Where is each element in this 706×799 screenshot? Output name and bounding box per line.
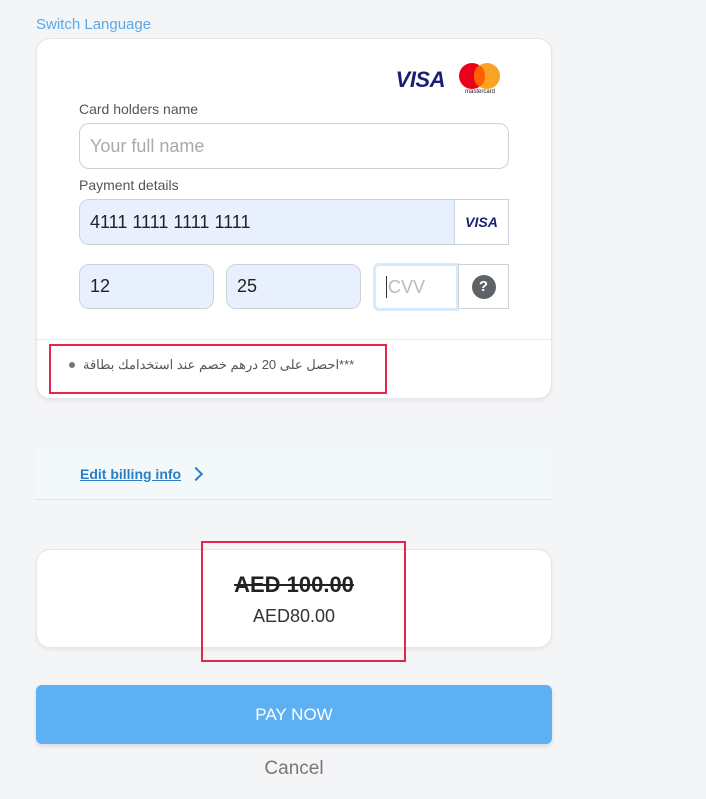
expiry-year-input[interactable]: 25 <box>226 264 361 309</box>
card-type-badge: VISA <box>454 199 509 245</box>
payment-card: VISA mastercard Card holders name Your f… <box>36 38 552 399</box>
cancel-link[interactable]: Cancel <box>36 758 552 780</box>
cvv-placeholder: CVV <box>388 276 426 297</box>
promo-text: ***احصل على 20 درهم خصم عند استخدامك بطا… <box>83 357 355 372</box>
payment-details-label: Payment details <box>79 177 179 193</box>
cardholder-name-input[interactable]: Your full name <box>79 123 509 169</box>
expiry-month-input[interactable]: 12 <box>79 264 214 309</box>
edit-billing-info-link[interactable]: Edit billing info <box>80 466 181 482</box>
visa-logo: VISA <box>395 67 446 92</box>
promo-highlight: ***احصل على 20 درهم خصم عند استخدامك بطا… <box>49 344 387 394</box>
bullet-icon <box>69 362 75 368</box>
question-icon: ? <box>471 274 496 299</box>
visa-badge-icon: VISA <box>465 214 498 230</box>
cardholder-name-label: Card holders name <box>79 101 199 117</box>
billing-section: Edit billing info <box>36 448 552 500</box>
mastercard-logo: mastercard <box>459 63 501 97</box>
cvv-help-button[interactable]: ? <box>458 264 509 309</box>
mastercard-logo-text: mastercard <box>464 89 495 95</box>
promo-item: ***احصل على 20 درهم خصم عند استخدامك بطا… <box>69 357 354 373</box>
price-highlight <box>201 541 406 662</box>
divider <box>37 339 551 340</box>
cvv-input[interactable]: CVV <box>373 263 459 311</box>
chevron-right-icon[interactable] <box>189 466 204 481</box>
card-brand-logos: VISA mastercard <box>396 63 501 97</box>
switch-language-link[interactable]: Switch Language <box>36 16 151 33</box>
pay-now-button[interactable]: PAY NOW <box>36 685 552 744</box>
card-number-input[interactable]: 4111 1111 1111 1111 <box>79 199 455 245</box>
